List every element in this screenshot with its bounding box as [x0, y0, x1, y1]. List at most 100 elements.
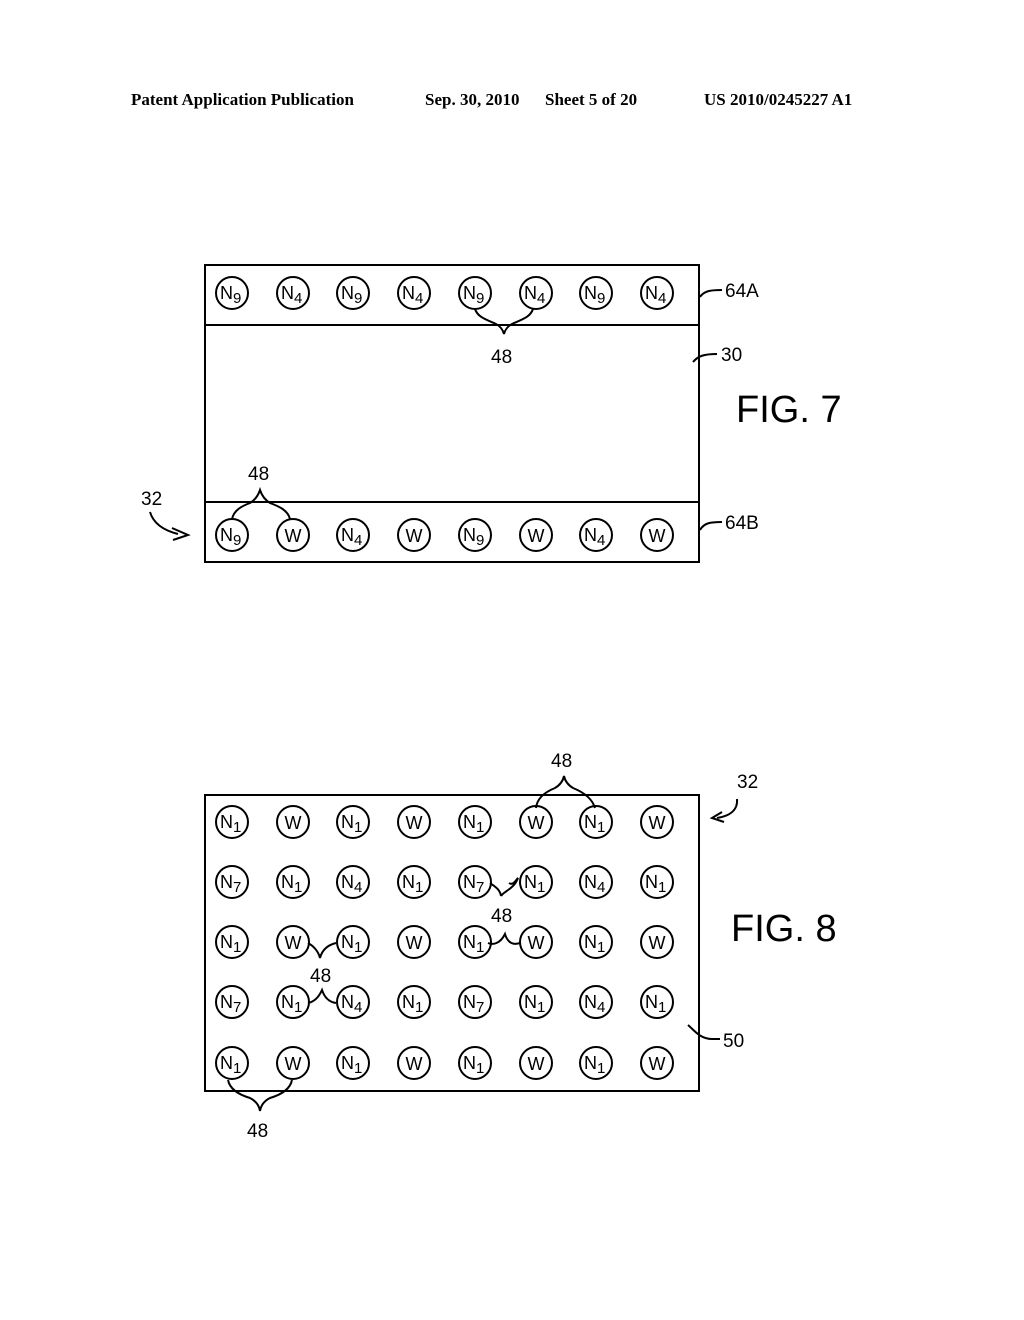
leader-50 — [687, 1024, 720, 1040]
node-label: N9 — [584, 283, 605, 307]
fig8-node: W — [276, 1046, 310, 1080]
node-label: W — [649, 813, 666, 833]
fig8-node: N1 — [215, 1046, 249, 1080]
node-label: N1 — [341, 812, 362, 836]
node-label: N1 — [645, 992, 666, 1016]
ref-32-fig7: 32 — [141, 489, 162, 510]
node-label: N1 — [341, 1053, 362, 1077]
node-label: W — [649, 1054, 666, 1074]
node-label: N4 — [584, 872, 605, 896]
fig7-bottom-node: W — [276, 518, 310, 552]
fig8-node: N1 — [519, 985, 553, 1019]
ref-64a: 64A — [725, 281, 759, 302]
fig8-node: N1 — [336, 1046, 370, 1080]
fig8-node: W — [640, 805, 674, 839]
node-label: N9 — [220, 525, 241, 549]
node-label: N1 — [524, 992, 545, 1016]
fig8-node: N4 — [336, 985, 370, 1019]
fig8-label: FIG. 8 — [731, 908, 837, 950]
node-label: W — [528, 1054, 545, 1074]
fig8-node: W — [519, 805, 553, 839]
fig8-node: N1 — [579, 1046, 613, 1080]
node-label: N4 — [341, 525, 362, 549]
ref-48-fig7-bottom: 48 — [248, 464, 269, 485]
fig8-node: N1 — [336, 805, 370, 839]
ref-48-fig7-top: 48 — [491, 347, 512, 368]
fig8-node: W — [276, 925, 310, 959]
fig8-grid: N1 W N1 W N1 W N1 W N7 N1 N4 N1 N7 N1 N4 N1 N1 W N1 W N1 W N1 W… — [215, 805, 674, 1080]
fig8-node: W — [519, 925, 553, 959]
fig8-node: N1 — [397, 865, 431, 899]
fig8-brace-top — [535, 775, 596, 809]
node-label: W — [528, 526, 545, 546]
node-label: N7 — [220, 992, 241, 1016]
fig7-brace-bottom — [231, 486, 291, 520]
node-label: N4 — [341, 872, 362, 896]
fig8-node: N7 — [458, 985, 492, 1019]
node-label: N4 — [341, 992, 362, 1016]
fig8-node: N1 — [579, 805, 613, 839]
node-label: N4 — [645, 283, 666, 307]
fig7-top-node: N9 — [579, 276, 613, 310]
node-label: N1 — [281, 872, 302, 896]
arrow-32-fig8 — [716, 798, 739, 819]
fig7-bottom-row: N9 W N4 W N9 W N4 W — [215, 518, 674, 552]
fig7-top-node: N4 — [276, 276, 310, 310]
node-label: N1 — [463, 1053, 484, 1077]
fig7-bottom-node: N9 — [215, 518, 249, 552]
ref-32-fig8: 32 — [737, 772, 758, 793]
drawing-sheet: N9 N4 N9 N4 N9 N4 N9 N4 N9 W N4 W N9 W N4 W 64A 30 64B… — [141, 264, 842, 1142]
node-label: W — [649, 526, 666, 546]
fig8-node: W — [397, 925, 431, 959]
fig7-top-node: N4 — [640, 276, 674, 310]
fig8-node: W — [397, 805, 431, 839]
node-label: N1 — [524, 872, 545, 896]
node-label: W — [406, 1054, 423, 1074]
node-label: N9 — [463, 283, 484, 307]
fig7-top-node: N9 — [458, 276, 492, 310]
fig7-bottom-node: W — [640, 518, 674, 552]
fig8-node: N7 — [215, 985, 249, 1019]
leader-64a — [699, 289, 723, 298]
fig8-node: N4 — [579, 985, 613, 1019]
fig8-node: W — [640, 1046, 674, 1080]
ref-64b: 64B — [725, 513, 759, 534]
fig8-brace-row2 — [489, 877, 519, 897]
fig7-top-node: N9 — [215, 276, 249, 310]
node-label: N4 — [584, 525, 605, 549]
ref-48-fig8-bottom: 48 — [247, 1121, 268, 1142]
fig8-node: N1 — [519, 865, 553, 899]
ref-30: 30 — [721, 345, 742, 366]
node-label: N1 — [584, 812, 605, 836]
fig8-node: N7 — [458, 865, 492, 899]
node-label: N9 — [341, 283, 362, 307]
node-label: W — [285, 1054, 302, 1074]
ref-48-fig8-top: 48 — [551, 751, 572, 772]
fig7-brace-top — [474, 308, 534, 335]
fig7-top-node: N4 — [519, 276, 553, 310]
fig8-node: N1 — [215, 925, 249, 959]
fig8-node: N1 — [458, 1046, 492, 1080]
arrow-32-fig7 — [149, 511, 179, 535]
fig7-bottom-node: W — [397, 518, 431, 552]
ref-48-fig8-row2: 48 — [491, 906, 512, 927]
node-label: N1 — [463, 932, 484, 956]
fig8-node: N1 — [336, 925, 370, 959]
fig7-bottom-node: W — [519, 518, 553, 552]
fig7-top-node: N4 — [397, 276, 431, 310]
fig8-node: N4 — [579, 865, 613, 899]
node-label: N7 — [220, 872, 241, 896]
fig8-node: N1 — [397, 985, 431, 1019]
node-label: N4 — [584, 992, 605, 1016]
fig8-node: N1 — [215, 805, 249, 839]
fig7-top-row: N9 N4 N9 N4 N9 N4 N9 N4 — [215, 276, 674, 310]
node-label: N1 — [220, 1053, 241, 1077]
node-label: W — [406, 526, 423, 546]
fig7-bottom-node: N9 — [458, 518, 492, 552]
node-label: N1 — [220, 932, 241, 956]
node-label: N7 — [463, 992, 484, 1016]
fig7-top-node: N9 — [336, 276, 370, 310]
node-label: N4 — [524, 283, 545, 307]
node-label: N1 — [402, 872, 423, 896]
fig8-brace-row3b — [487, 931, 521, 945]
